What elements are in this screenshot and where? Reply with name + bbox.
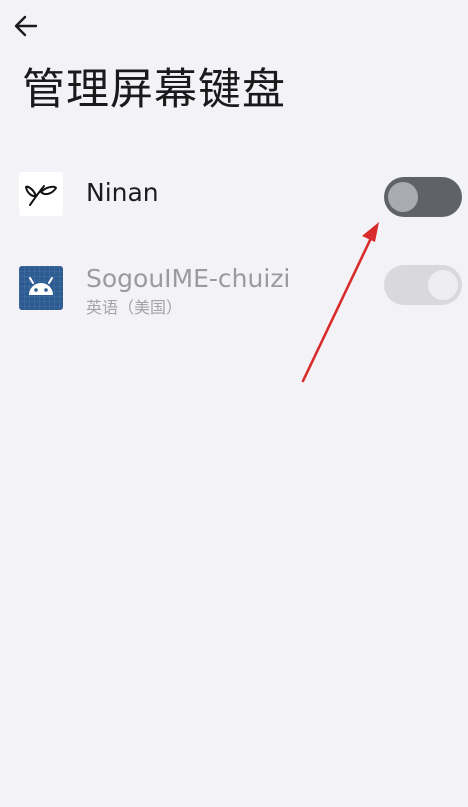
- keyboard-text-ninan: Ninan: [86, 178, 159, 208]
- android-robot-icon: [19, 266, 63, 310]
- manage-keyboards-screen: 管理屏幕键盘 Ninan SogouIME-chuizi 英语（美国）: [0, 0, 468, 807]
- keyboard-language: 英语（美国）: [86, 298, 183, 317]
- keyboard-text-sogou: SogouIME-chuizi 英语（美国）: [86, 264, 290, 320]
- toggle-thumb: [388, 182, 418, 212]
- annotation-arrow-icon: [301, 222, 379, 383]
- keyboard-name: SogouIME-chuizi: [86, 264, 291, 293]
- toggle-thumb: [428, 270, 458, 300]
- back-button[interactable]: [8, 8, 44, 44]
- keyboard-item-ninan[interactable]: Ninan: [0, 160, 468, 240]
- back-arrow-icon: [14, 15, 38, 37]
- keyboard-name: Ninan: [86, 178, 159, 207]
- page-title: 管理屏幕键盘: [22, 65, 286, 115]
- ninan-sprout-icon: [19, 172, 63, 216]
- keyboard-item-sogou[interactable]: SogouIME-chuizi 英语（美国）: [0, 254, 468, 334]
- keyboard-list: Ninan SogouIME-chuizi 英语（美国）: [0, 160, 468, 334]
- sogou-toggle-switch[interactable]: [384, 265, 462, 305]
- ninan-toggle-switch[interactable]: [384, 177, 462, 217]
